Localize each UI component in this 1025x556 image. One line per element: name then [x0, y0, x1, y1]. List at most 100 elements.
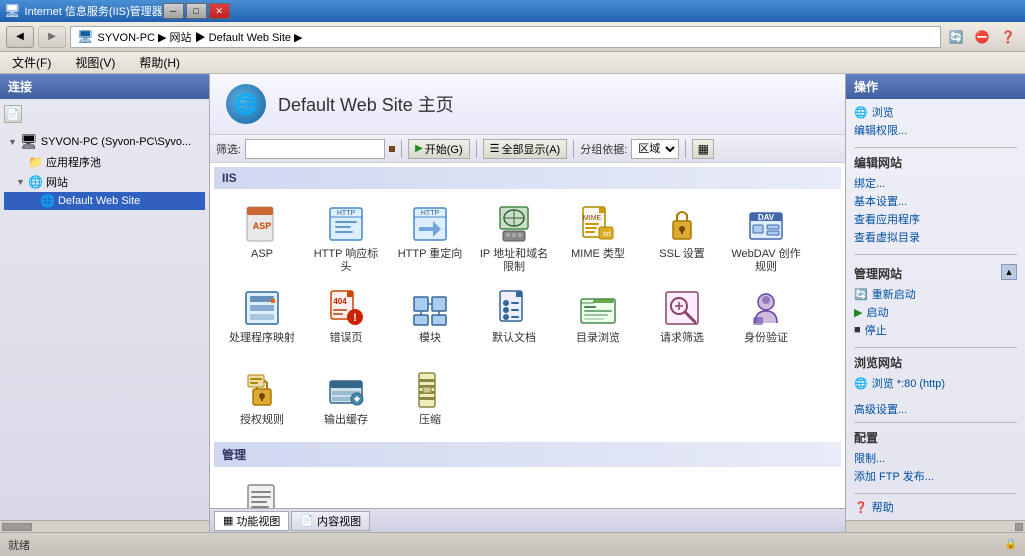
menu-view[interactable]: 视图(V)	[71, 52, 119, 73]
refresh-icon[interactable]: 🔄	[945, 26, 967, 48]
section-manage: 管理	[214, 442, 841, 467]
default-doc-icon	[494, 288, 534, 328]
view-app-link[interactable]: 查看应用程序	[854, 210, 1017, 228]
stop-icon[interactable]: ⛔	[971, 26, 993, 48]
right-scrollbar[interactable]	[846, 520, 1025, 532]
view-vdir-link[interactable]: 查看虚拟目录	[854, 228, 1017, 246]
menu-file[interactable]: 文件(F)	[8, 52, 55, 73]
window-controls: ─ □ ✕	[163, 3, 230, 19]
minimize-button[interactable]: ─	[163, 3, 184, 19]
icon-compression[interactable]: 压缩	[390, 365, 470, 432]
menu-help[interactable]: 帮助(H)	[135, 52, 184, 73]
icon-mime[interactable]: MIME .txt MIME 类型	[558, 199, 638, 279]
sidebar-scrollbar[interactable]	[0, 520, 209, 532]
sidebar: 连接 📄 ▼ 🖥 SYVON-PC (Syvon-PC\Syvo... 📁 应用…	[0, 74, 210, 532]
tab-content-view[interactable]: 📄 内容视图	[291, 511, 370, 531]
webdav-icon: DAV	[746, 204, 786, 244]
help-icon[interactable]: ❓	[997, 26, 1019, 48]
view-toggle-button[interactable]: ▦	[692, 139, 714, 159]
groupby-select[interactable]: 区域	[631, 139, 679, 159]
icon-error-pages[interactable]: 404 ! 错误页	[306, 283, 386, 350]
start-icon: ▶	[415, 143, 423, 154]
divider5	[854, 493, 1017, 494]
sidebar-item-default-web-site[interactable]: 🌐 Default Web Site	[4, 192, 205, 210]
icon-http-redirect[interactable]: HTTP HTTP 重定向	[390, 199, 470, 279]
icon-directory-browsing[interactable]: 目录浏览	[558, 283, 638, 350]
help-icon: ❓	[854, 501, 868, 514]
main-layout: 连接 📄 ▼ 🖥 SYVON-PC (Syvon-PC\Syvo... 📁 应用…	[0, 74, 1025, 532]
ip-domain-icon	[494, 204, 534, 244]
icons-area: IIS ASP ASP	[210, 163, 845, 508]
divider2	[854, 254, 1017, 255]
icon-default-document[interactable]: 默认文档	[474, 283, 554, 350]
icon-webdav[interactable]: DAV WebDAV 创作规则	[726, 199, 806, 279]
separator4	[685, 140, 686, 158]
sidebar-new-btn[interactable]: 📄	[4, 105, 22, 123]
right-section-edit-site: 编辑网站 绑定... 基本设置... 查看应用程序 查看虚拟目录	[854, 154, 1017, 246]
icon-handler-mappings[interactable]: 处理程序映射	[222, 283, 302, 350]
site-icon: 🌐	[40, 194, 55, 208]
icon-authentication[interactable]: 身份验证	[726, 283, 806, 350]
edit-perms-link[interactable]: 编辑权限...	[854, 121, 1017, 139]
advanced-settings-link[interactable]: 高级设置...	[854, 400, 1017, 418]
svg-text:HTTP: HTTP	[421, 210, 440, 217]
scrollbar-thumb[interactable]	[2, 523, 32, 531]
start-button[interactable]: ▶ 开始(G)	[408, 139, 470, 159]
restart-link[interactable]: 🔄 重新启动	[854, 285, 1017, 303]
right-section-config: 配置 限制... 添加 FTP 发布...	[854, 429, 1017, 485]
feature-view-icon: ▦	[223, 514, 233, 527]
content-toolbar: 筛选: ▶ 开始(G) ☰ 全部显示(A) 分组依据: 区域 ▦	[210, 135, 845, 163]
collapse-manage-button[interactable]: ▲	[1001, 264, 1017, 280]
right-panel: 操作 🌐 浏览 编辑权限... 编辑网站 绑定...	[845, 74, 1025, 532]
sidebar-item-server[interactable]: ▼ 🖥 SYVON-PC (Syvon-PC\Syvo...	[4, 131, 205, 152]
close-button[interactable]: ✕	[209, 3, 230, 19]
basic-settings-link[interactable]: 基本设置...	[854, 192, 1017, 210]
stop-link[interactable]: ■ 停止	[854, 321, 1017, 339]
browse-80-link[interactable]: 🌐 浏览 *:80 (http)	[854, 374, 1017, 392]
back-button[interactable]: ◀	[6, 26, 34, 48]
address-bar: ◀ ▶ 🖥 SYVON-PC ▶ 网站 ▶ Default Web Site ▶…	[0, 22, 1025, 52]
icon-manage-doc[interactable]	[222, 477, 302, 508]
icon-asp[interactable]: ASP ASP	[222, 199, 302, 279]
icon-request-filtering[interactable]: 请求筛选	[642, 283, 722, 350]
limit-link[interactable]: 限制...	[854, 449, 1017, 467]
apppool-icon: 📁	[28, 155, 43, 169]
sidebar-item-apppool[interactable]: 📁 应用程序池	[4, 152, 205, 172]
divider4	[854, 422, 1017, 423]
svg-text:ASP: ASP	[253, 221, 272, 231]
icon-output-caching[interactable]: 输出缓存	[306, 365, 386, 432]
server-icon: 🖥	[20, 133, 38, 150]
icon-http-response-headers[interactable]: HTTP HTTP 响应标头	[306, 199, 386, 279]
icon-ip-domain[interactable]: IP 地址和域名限制	[474, 199, 554, 279]
maximize-button[interactable]: □	[186, 3, 207, 19]
manage-site-title: 管理网站	[854, 265, 902, 282]
forward-button[interactable]: ▶	[38, 26, 66, 48]
browse-80-icon: 🌐	[854, 377, 868, 390]
content-tabbar: ▦ 功能视图 📄 内容视图	[210, 508, 845, 532]
sidebar-header: 连接	[0, 74, 209, 99]
separator3	[573, 140, 574, 158]
start-link[interactable]: ▶ 启动	[854, 303, 1017, 321]
separator2	[476, 140, 477, 158]
add-ftp-link[interactable]: 添加 FTP 发布...	[854, 467, 1017, 485]
svg-text:DAV: DAV	[758, 213, 775, 222]
status-text: 就绪	[8, 537, 30, 553]
icon-modules[interactable]: 模块	[390, 283, 470, 350]
ssl-icon	[662, 204, 702, 244]
sidebar-item-sites[interactable]: ▼ 🌐 网站	[4, 172, 205, 192]
filter-input[interactable]	[245, 139, 385, 159]
expand-icon: ▼	[8, 137, 20, 147]
browse-link[interactable]: 🌐 浏览	[854, 103, 1017, 121]
help-link[interactable]: ❓ 帮助	[854, 498, 1017, 516]
stop-icon: ■	[854, 324, 861, 336]
mime-icon: MIME .txt	[578, 204, 618, 244]
right-panel-header: 操作	[846, 74, 1025, 99]
iis-icons-grid: ASP ASP HTTP	[214, 195, 841, 355]
icon-authorization-rules[interactable]: 授权规则	[222, 365, 302, 432]
config-title: 配置	[854, 429, 1017, 446]
show-all-button[interactable]: ☰ 全部显示(A)	[483, 139, 568, 159]
icon-ssl[interactable]: SSL 设置	[642, 199, 722, 279]
address-right-icons: 🔄 ⛔ ❓	[945, 26, 1019, 48]
tab-feature-view[interactable]: ▦ 功能视图	[214, 511, 289, 531]
bind-link[interactable]: 绑定...	[854, 174, 1017, 192]
